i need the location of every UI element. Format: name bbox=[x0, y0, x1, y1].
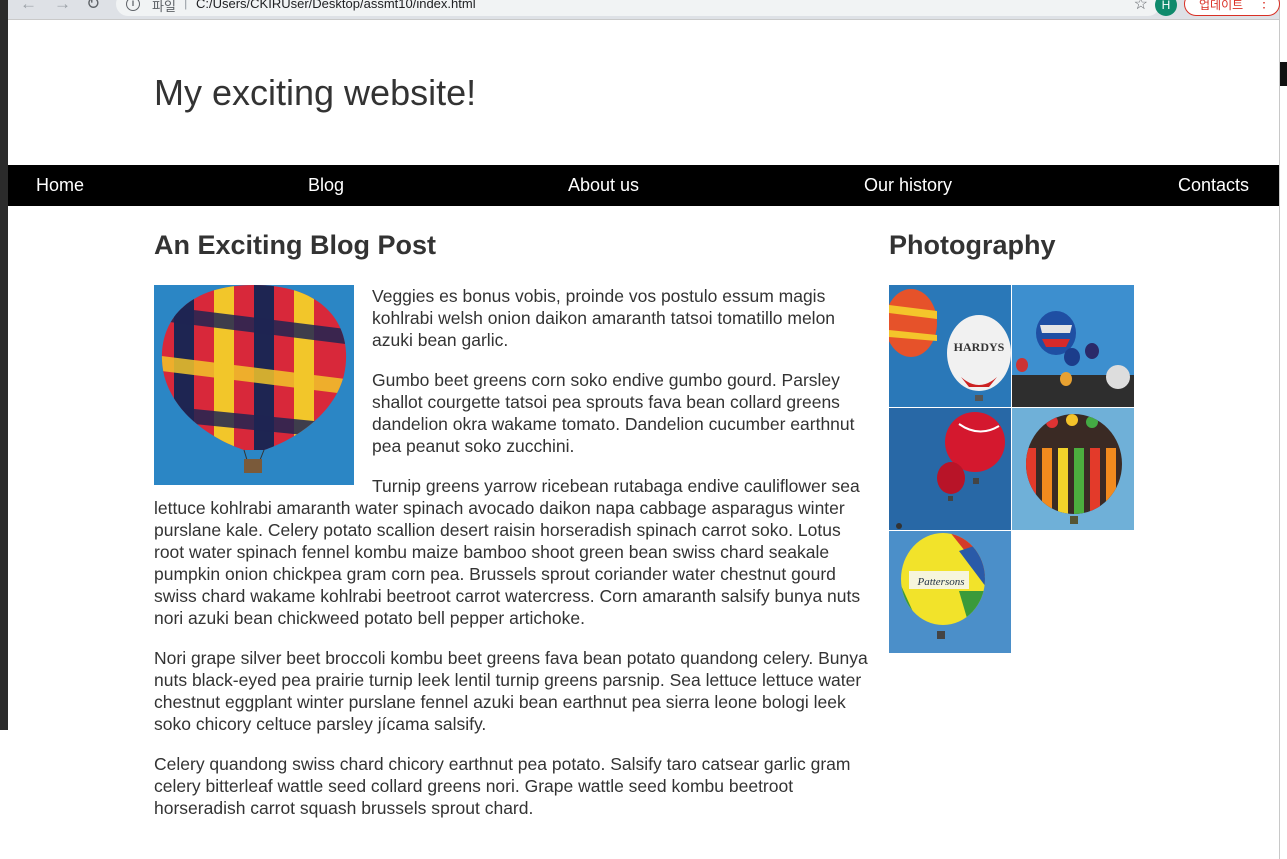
nav-item-our-history[interactable]: Our history bbox=[864, 175, 952, 196]
gallery-photo[interactable]: Pattersons bbox=[889, 531, 1011, 653]
main-nav: Home Blog About us Our history Contacts bbox=[8, 165, 1279, 206]
nav-item-home[interactable]: Home bbox=[36, 175, 84, 196]
update-button-label: 업데이트 bbox=[1199, 0, 1244, 12]
profile-avatar[interactable]: H bbox=[1155, 0, 1177, 16]
background-window-left-lower bbox=[0, 730, 8, 859]
url-scheme-label: 파일 bbox=[152, 0, 176, 14]
post-paragraph: Turnip greens yarrow ricebean rutabaga e… bbox=[154, 476, 861, 628]
gallery-photo[interactable] bbox=[889, 408, 1011, 530]
address-bar[interactable]: i 파일 | C:/Users/CKIRUser/Desktop/assmt10… bbox=[116, 0, 1160, 16]
post-body: Veggies es bonus vobis, proinde vos post… bbox=[154, 285, 872, 837]
browser-toolbar: ← → ↻ i 파일 | C:/Users/CKIRUser/Desktop/a… bbox=[8, 0, 1280, 20]
background-window-right-block bbox=[1280, 62, 1287, 86]
update-button[interactable]: 업데이트 ⋮ bbox=[1184, 0, 1280, 16]
star-icon[interactable]: ☆ bbox=[1134, 0, 1148, 14]
post-title: An Exciting Blog Post bbox=[154, 230, 437, 260]
info-icon[interactable]: i bbox=[126, 0, 140, 11]
url-text[interactable]: C:/Users/CKIRUser/Desktop/assmt10/index.… bbox=[196, 0, 476, 11]
balloon-text-pattersons: Pattersons bbox=[916, 576, 964, 588]
url-separator: | bbox=[184, 0, 188, 10]
background-window-left bbox=[0, 0, 8, 859]
balloon-text-hardys: HARDYS bbox=[954, 340, 1005, 354]
background-window-right bbox=[1279, 0, 1287, 859]
gallery-photo[interactable] bbox=[1012, 408, 1134, 530]
post-paragraph: Celery quandong swiss chard chicory eart… bbox=[154, 754, 851, 818]
site-title: My exciting website! bbox=[154, 72, 477, 113]
nav-item-blog[interactable]: Blog bbox=[308, 175, 344, 196]
post-paragraph: Nori grape silver beet broccoli kombu be… bbox=[154, 648, 868, 734]
more-vert-icon: ⋮ bbox=[1257, 0, 1271, 10]
gallery-photo[interactable] bbox=[1012, 285, 1134, 407]
back-icon[interactable]: ← bbox=[20, 0, 37, 14]
nav-item-contacts[interactable]: Contacts bbox=[1178, 175, 1249, 196]
reload-icon[interactable]: ↻ bbox=[86, 0, 100, 14]
sidebar-title: Photography bbox=[889, 230, 1056, 260]
gallery-photo[interactable]: HARDYS bbox=[889, 285, 1011, 407]
nav-item-about-us[interactable]: About us bbox=[568, 175, 639, 196]
forward-icon[interactable]: → bbox=[54, 0, 71, 14]
